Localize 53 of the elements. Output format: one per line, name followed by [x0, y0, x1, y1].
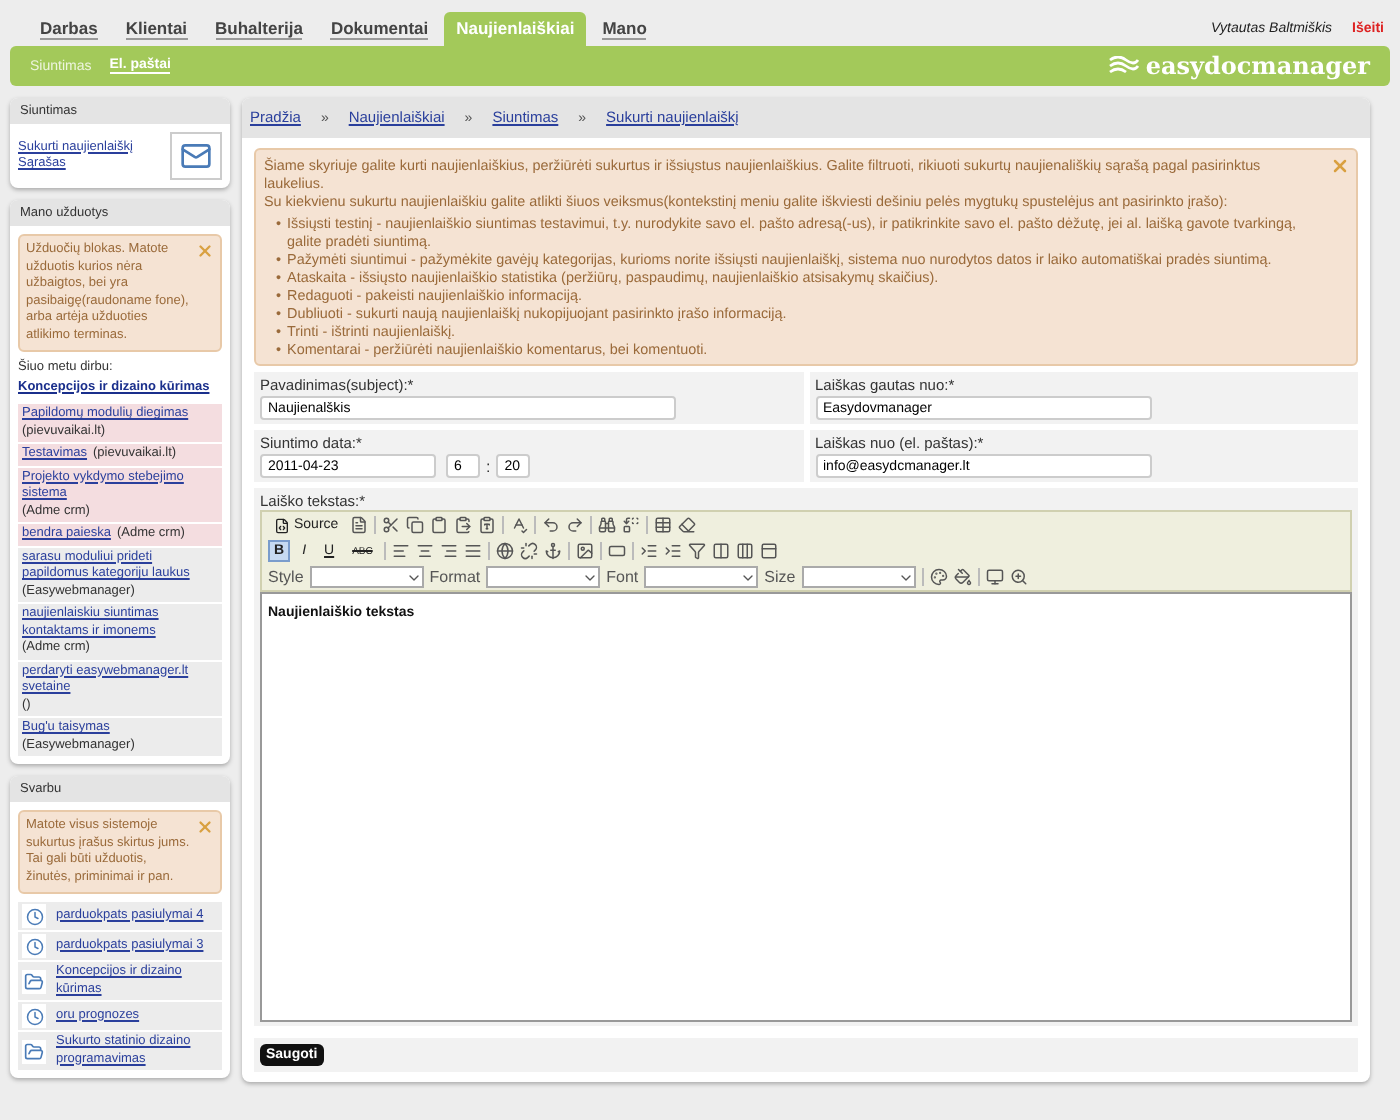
dropdown-field[interactable] — [486, 566, 601, 588]
columns-icon[interactable] — [712, 542, 731, 560]
image-icon[interactable] — [576, 542, 595, 560]
nav-tab[interactable]: Mano — [590, 12, 659, 46]
nav-tab[interactable]: Darbas — [28, 12, 110, 46]
binoculars-icon[interactable] — [598, 516, 617, 534]
logo-text: easydocmanager — [1145, 52, 1370, 80]
combo-label: Size — [764, 568, 796, 586]
filter-icon[interactable] — [688, 542, 707, 560]
undo-icon[interactable] — [542, 516, 561, 534]
code-file-icon — [274, 517, 290, 533]
panel-icon[interactable] — [760, 542, 779, 560]
paste-word-icon[interactable] — [478, 516, 497, 534]
screen-icon[interactable] — [985, 568, 1004, 586]
background-color-icon[interactable] — [953, 568, 972, 586]
waves-logo-icon — [1107, 56, 1140, 76]
folder-icon — [22, 969, 46, 993]
dropdown-field[interactable] — [309, 566, 424, 588]
text-color-icon[interactable] — [929, 568, 948, 586]
preview-icon[interactable] — [1009, 568, 1028, 586]
spellcheck-icon[interactable] — [510, 516, 529, 534]
table-icon[interactable] — [654, 516, 673, 534]
align-center-icon[interactable] — [416, 542, 435, 560]
anchor-icon[interactable] — [544, 542, 563, 560]
redo-icon[interactable] — [566, 516, 585, 534]
nav-tab[interactable]: Klientai — [113, 12, 200, 46]
unlink-icon[interactable] — [520, 542, 539, 560]
align-right-icon[interactable] — [440, 542, 459, 560]
three-columns-icon[interactable] — [736, 542, 755, 560]
dropdown-field[interactable] — [644, 566, 759, 588]
folder-icon — [22, 1039, 46, 1063]
dropdown-field[interactable] — [801, 566, 916, 588]
combo-label: Style — [268, 568, 304, 586]
nav-tab[interactable]: Dokumentai — [318, 12, 441, 46]
paste-icon[interactable] — [430, 516, 449, 534]
align-justify-icon[interactable] — [464, 542, 483, 560]
clock-icon — [22, 934, 46, 958]
paste-text-icon[interactable] — [454, 516, 473, 534]
align-left-icon[interactable] — [392, 542, 411, 560]
clock-icon — [22, 904, 46, 928]
time-separator: : — [486, 457, 491, 475]
link-globe-icon[interactable] — [496, 542, 515, 560]
nav-tab[interactable]: Buhalterija — [203, 12, 315, 46]
clock-icon — [22, 1004, 46, 1028]
eraser-icon[interactable] — [678, 516, 697, 534]
combo-label: Font — [606, 568, 639, 586]
combo-label: Format — [429, 568, 481, 586]
document-icon[interactable] — [350, 516, 369, 534]
copy-icon[interactable] — [406, 516, 425, 534]
cut-icon[interactable] — [382, 516, 401, 534]
replace-icon[interactable] — [622, 516, 641, 534]
frame-icon[interactable] — [608, 542, 627, 560]
envelope-icon — [170, 132, 222, 180]
